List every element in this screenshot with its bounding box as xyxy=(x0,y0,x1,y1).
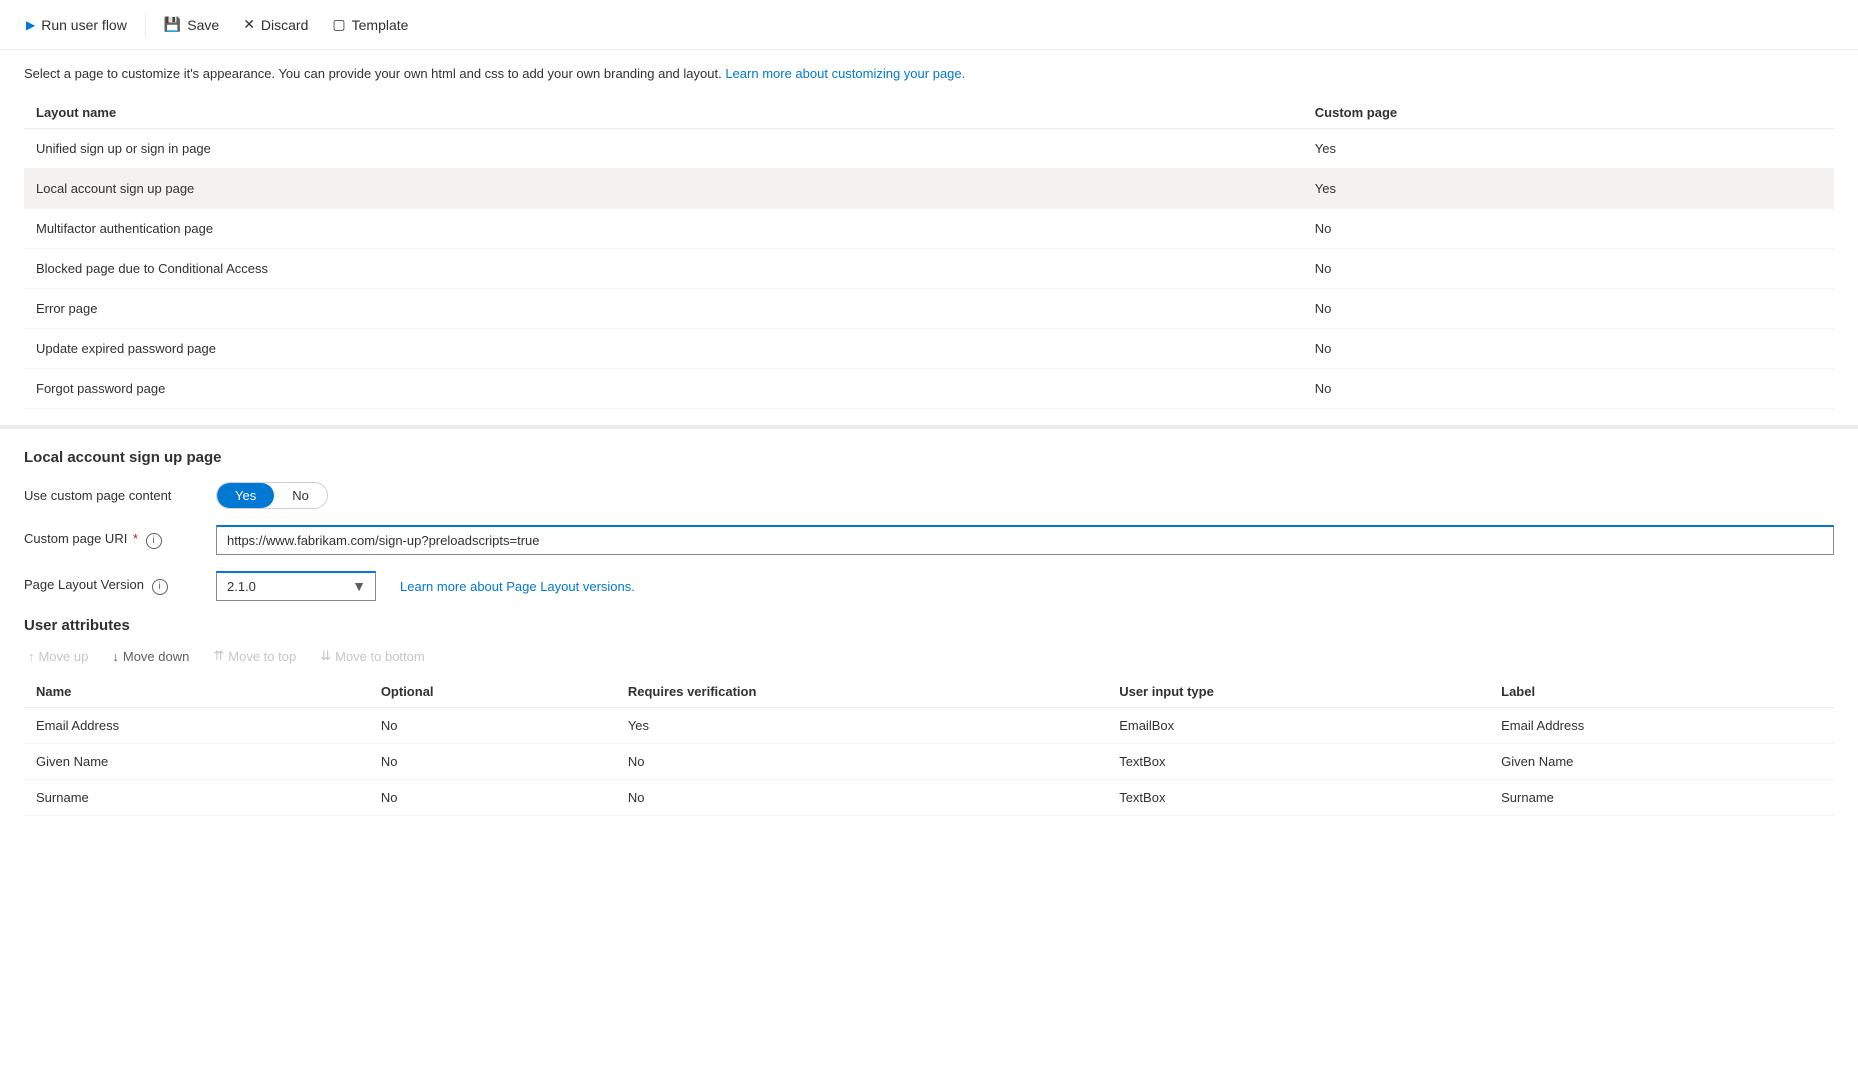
save-label: Save xyxy=(187,17,219,33)
attr-label: Surname xyxy=(1489,780,1834,816)
toolbar-divider-1 xyxy=(145,13,146,37)
main-content: Select a page to customize it's appearan… xyxy=(0,50,1858,425)
move-down-button[interactable]: ↓ Move down xyxy=(108,647,193,666)
attr-name: Email Address xyxy=(24,708,369,744)
attr-table-row[interactable]: Email Address No Yes EmailBox Email Addr… xyxy=(24,708,1834,744)
attributes-table: Name Optional Requires verification User… xyxy=(24,676,1834,816)
user-attributes-title: User attributes xyxy=(24,617,1834,634)
toggle-no-button[interactable]: No xyxy=(274,483,327,508)
uri-info-icon[interactable]: i xyxy=(146,533,162,549)
toggle-yes-button[interactable]: Yes xyxy=(217,483,274,508)
attr-verification: Yes xyxy=(616,708,1107,744)
attr-optional: No xyxy=(369,780,616,816)
attr-label: Given Name xyxy=(1489,744,1834,780)
learn-more-link[interactable]: Learn more about customizing your page. xyxy=(725,66,965,81)
page-layout-select[interactable]: 1.0.0 1.1.0 1.2.0 2.0.0 2.1.0 xyxy=(216,571,376,601)
discard-button[interactable]: ✕ Discard xyxy=(233,10,318,39)
attr-input-type: EmailBox xyxy=(1107,708,1489,744)
layout-row-name: Forgot password page xyxy=(24,369,1303,409)
move-up-button[interactable]: ↑ Move up xyxy=(24,647,92,666)
move-to-top-button[interactable]: ⇈ Move to top xyxy=(209,646,300,666)
required-star: * xyxy=(133,531,138,546)
layout-row-custom: Yes xyxy=(1303,129,1834,169)
discard-icon: ✕ xyxy=(243,16,255,33)
layout-row-custom: No xyxy=(1303,329,1834,369)
custom-uri-input[interactable] xyxy=(216,525,1834,555)
page-layout-learn-link[interactable]: Learn more about Page Layout versions. xyxy=(400,579,635,594)
attr-col-optional: Optional xyxy=(369,676,616,708)
save-icon: 💾 xyxy=(164,16,181,33)
attr-verification: No xyxy=(616,744,1107,780)
attr-verification: No xyxy=(616,780,1107,816)
attr-col-verification: Requires verification xyxy=(616,676,1107,708)
use-custom-label: Use custom page content xyxy=(24,488,204,503)
custom-uri-row: Custom page URI * i xyxy=(24,525,1834,555)
discard-label: Discard xyxy=(261,17,308,33)
layout-table-row[interactable]: Unified sign up or sign in page Yes xyxy=(24,129,1834,169)
layout-row-custom: No xyxy=(1303,209,1834,249)
layout-table-header: Layout name Custom page xyxy=(24,97,1834,129)
attr-table-row[interactable]: Surname No No TextBox Surname xyxy=(24,780,1834,816)
toolbar: ▶ Run user flow 💾 Save ✕ Discard ▢ Templ… xyxy=(0,0,1858,50)
attributes-table-header: Name Optional Requires verification User… xyxy=(24,676,1834,708)
run-user-flow-button[interactable]: ▶ Run user flow xyxy=(16,11,137,39)
use-custom-row: Use custom page content Yes No xyxy=(24,482,1834,509)
play-icon: ▶ xyxy=(26,18,35,32)
attr-col-label: Label xyxy=(1489,676,1834,708)
description-text: Select a page to customize it's appearan… xyxy=(24,66,722,81)
layout-table-row[interactable]: Update expired password page No xyxy=(24,329,1834,369)
layout-row-custom: No xyxy=(1303,369,1834,409)
layout-table-row[interactable]: Local account sign up page Yes xyxy=(24,169,1834,209)
attr-table-row[interactable]: Given Name No No TextBox Given Name xyxy=(24,744,1834,780)
custom-uri-input-wrapper xyxy=(216,525,1834,555)
layout-row-name: Multifactor authentication page xyxy=(24,209,1303,249)
page-layout-select-wrapper: 1.0.0 1.1.0 1.2.0 2.0.0 2.1.0 ▼ xyxy=(216,571,376,601)
layout-row-name: Local account sign up page xyxy=(24,169,1303,209)
col-custom-page: Custom page xyxy=(1303,97,1834,129)
layout-row-custom: Yes xyxy=(1303,169,1834,209)
move-down-icon: ↓ xyxy=(112,649,119,664)
detail-title: Local account sign up page xyxy=(24,449,1834,466)
attr-name: Surname xyxy=(24,780,369,816)
run-label: Run user flow xyxy=(41,17,127,33)
layout-table-row[interactable]: Forgot password page No xyxy=(24,369,1834,409)
col-layout-name: Layout name xyxy=(24,97,1303,129)
move-to-bottom-button[interactable]: ⇊ Move to bottom xyxy=(316,646,429,666)
attr-optional: No xyxy=(369,708,616,744)
move-up-icon: ↑ xyxy=(28,649,35,664)
page-layout-row: Page Layout Version i 1.0.0 1.1.0 1.2.0 … xyxy=(24,571,1834,601)
attr-label: Email Address xyxy=(1489,708,1834,744)
attr-name: Given Name xyxy=(24,744,369,780)
detail-section: Local account sign up page Use custom pa… xyxy=(0,429,1858,836)
attr-col-name: Name xyxy=(24,676,369,708)
attr-input-type: TextBox xyxy=(1107,744,1489,780)
attr-optional: No xyxy=(369,744,616,780)
layout-row-custom: No xyxy=(1303,289,1834,329)
attr-input-type: TextBox xyxy=(1107,780,1489,816)
layout-table-row[interactable]: Blocked page due to Conditional Access N… xyxy=(24,249,1834,289)
description: Select a page to customize it's appearan… xyxy=(24,66,1834,81)
layout-table: Layout name Custom page Unified sign up … xyxy=(24,97,1834,409)
layout-info-icon[interactable]: i xyxy=(152,579,168,595)
move-toolbar: ↑ Move up ↓ Move down ⇈ Move to top ⇊ Mo… xyxy=(24,646,1834,666)
layout-row-custom: No xyxy=(1303,249,1834,289)
layout-row-name: Error page xyxy=(24,289,1303,329)
attr-col-input-type: User input type xyxy=(1107,676,1489,708)
move-top-icon: ⇈ xyxy=(213,648,224,664)
layout-row-name: Blocked page due to Conditional Access xyxy=(24,249,1303,289)
custom-content-toggle[interactable]: Yes No xyxy=(216,482,328,509)
layout-table-row[interactable]: Error page No xyxy=(24,289,1834,329)
layout-table-row[interactable]: Multifactor authentication page No xyxy=(24,209,1834,249)
layout-row-name: Update expired password page xyxy=(24,329,1303,369)
template-button[interactable]: ▢ Template xyxy=(322,10,418,39)
template-label: Template xyxy=(352,17,409,33)
layout-row-name: Unified sign up or sign in page xyxy=(24,129,1303,169)
page-layout-label: Page Layout Version i xyxy=(24,577,204,595)
custom-uri-label: Custom page URI * i xyxy=(24,531,204,549)
move-bottom-icon: ⇊ xyxy=(320,648,331,664)
template-icon: ▢ xyxy=(332,16,345,33)
save-button[interactable]: 💾 Save xyxy=(154,10,229,39)
